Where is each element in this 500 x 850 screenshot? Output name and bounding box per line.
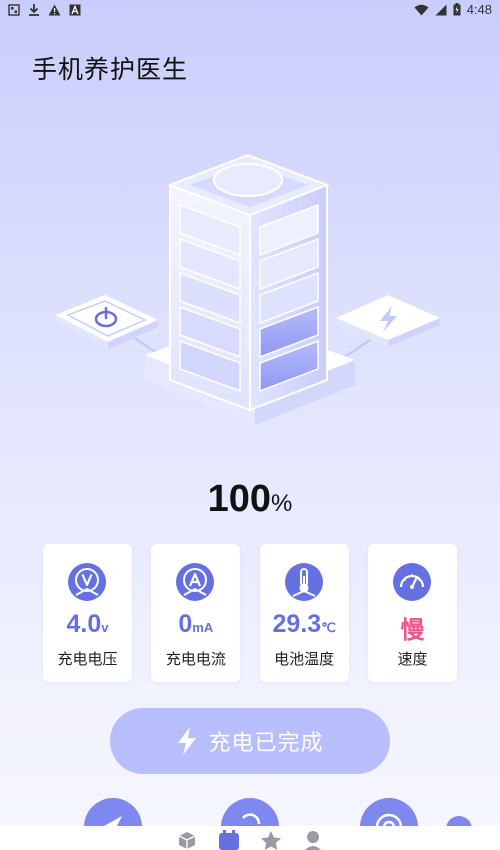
feature-shortcut-1[interactable] <box>84 798 142 826</box>
thermometer-icon <box>284 563 323 601</box>
lightning-icon <box>178 727 197 755</box>
current-icon <box>176 563 215 601</box>
stat-card-temperature: 29.3℃ 电池温度 <box>259 544 349 682</box>
nav-item-battery[interactable] <box>218 830 240 850</box>
stat-card-speed: 慢 速度 <box>367 544 457 682</box>
box-icon <box>178 832 196 849</box>
feature-shortcuts <box>0 798 500 826</box>
nav-item-star[interactable] <box>260 830 282 850</box>
stat-label: 速度 <box>397 650 428 668</box>
battery-nav-icon <box>219 830 239 850</box>
charge-complete-label: 充电已完成 <box>208 731 324 756</box>
tower-left-cells <box>179 203 241 393</box>
charge-complete-button[interactable]: 充电已完成 <box>110 708 390 774</box>
stat-cards: 4.0v 充电电压 0mA 充电电流 29.3℃ 电池温度 慢 速度 <box>43 544 457 682</box>
battery-percentage-unit: % <box>271 490 293 517</box>
notification-app-icon <box>8 3 20 16</box>
stat-card-voltage: 4.0v 充电电压 <box>43 544 132 682</box>
battery-percentage-value: 100 <box>207 478 272 520</box>
app-a-icon <box>69 4 81 15</box>
battery-tower-illustration <box>55 153 440 425</box>
status-right-icons: 4:48 <box>414 2 492 17</box>
stat-value: 慢 <box>400 616 425 644</box>
status-left-icons <box>8 3 81 16</box>
stat-value: 29.3℃ <box>272 610 336 638</box>
nav-item-box[interactable] <box>176 830 198 849</box>
battery-icon <box>453 3 461 16</box>
speedometer-icon <box>392 563 431 601</box>
stat-label: 充电电流 <box>165 650 226 668</box>
download-icon <box>29 4 39 16</box>
feature-shortcut-2[interactable] <box>221 798 279 826</box>
nav-item-profile[interactable] <box>302 830 324 850</box>
voltage-icon <box>68 563 106 601</box>
stat-value: 0mA <box>178 610 214 638</box>
refresh-icon <box>242 813 261 825</box>
lightning-tile <box>336 295 440 347</box>
stat-label: 电池温度 <box>274 650 335 668</box>
power-tile <box>55 295 158 349</box>
wifi-icon <box>414 4 429 15</box>
battery-percentage: 100% <box>0 478 500 521</box>
feature-shortcut-4[interactable] <box>446 816 472 826</box>
target-icon <box>375 813 403 826</box>
page-title: 手机养护医生 <box>32 55 189 84</box>
send-icon <box>104 816 122 826</box>
stat-value: 4.0v <box>66 610 109 638</box>
tower-right-cells <box>259 203 319 393</box>
warning-icon <box>48 4 61 15</box>
tower-cap <box>213 163 283 197</box>
star-icon <box>261 831 281 850</box>
profile-icon <box>305 831 321 850</box>
signal-icon <box>435 4 447 15</box>
status-time: 4:48 <box>466 2 492 17</box>
feature-shortcut-3[interactable] <box>360 798 418 826</box>
bottom-navigation <box>0 826 500 850</box>
stat-card-current: 0mA 充电电流 <box>151 544 241 682</box>
stat-label: 充电电压 <box>57 650 118 668</box>
status-bar: 4:48 <box>0 0 500 22</box>
